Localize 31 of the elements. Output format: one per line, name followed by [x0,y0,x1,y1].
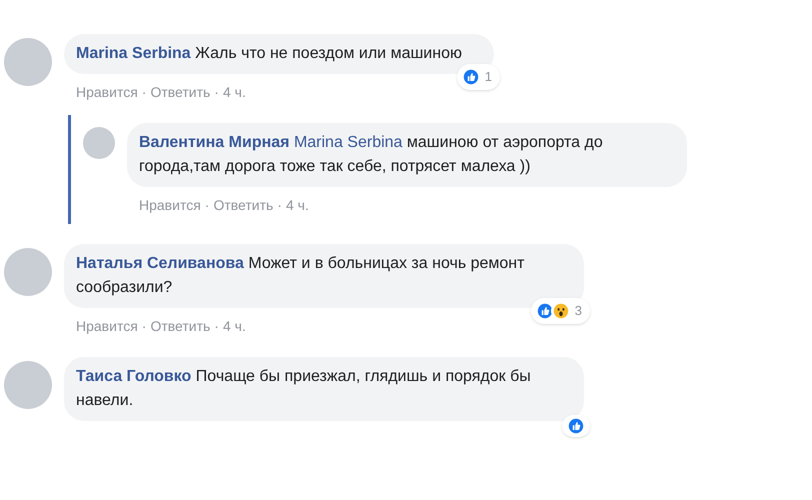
comment-text: Наталья Селиванова Может и в больницах за ночь ремонт сообразили? [76,255,524,296]
avatar[interactable] [4,361,52,409]
reaction-count: 3 [574,302,583,320]
comment-text: Таиса Головко Почаще бы приезжал, глядишь и порядок бы навели. [76,368,531,409]
action-link[interactable]: Ответить [213,195,274,216]
avatar[interactable] [83,127,115,159]
reaction-count: 1 [484,68,493,86]
avatar[interactable] [4,248,52,296]
separator-dot: · [142,317,146,336]
separator-dot: · [214,317,219,336]
action-link[interactable]: Нравится [139,195,201,216]
comment-text: Валентина Мирная Marina Serbina машиною от аэропорта до города,там дорога тоже так себе, потрясет малеха )) [139,134,603,175]
timestamp: 4 ч. [222,83,246,102]
thumbs-up-icon [460,67,481,87]
reaction-badge[interactable]: 3 [530,298,590,324]
avatar[interactable] [4,38,52,86]
thumbs-up-icon [566,416,586,436]
action-link[interactable]: Нравится [76,316,138,337]
surprised-face-icon [550,301,571,321]
action-link[interactable]: Нравится [76,82,138,103]
separator-dot: · [277,196,282,215]
timestamp: 4 ч. [286,196,309,215]
separator-dot: · [214,83,219,102]
action-link[interactable]: Ответить [150,316,210,337]
timestamp: 4 ч. [222,317,246,336]
comment-text: Marina Serbina Жаль что не поездом или машиною [76,45,462,62]
action-link[interactable]: Ответить [150,82,210,103]
reaction-badge[interactable]: 1 [456,64,500,90]
separator-dot: · [204,196,210,215]
separator-dot: · [142,83,146,102]
reaction-badge[interactable] [562,415,590,437]
